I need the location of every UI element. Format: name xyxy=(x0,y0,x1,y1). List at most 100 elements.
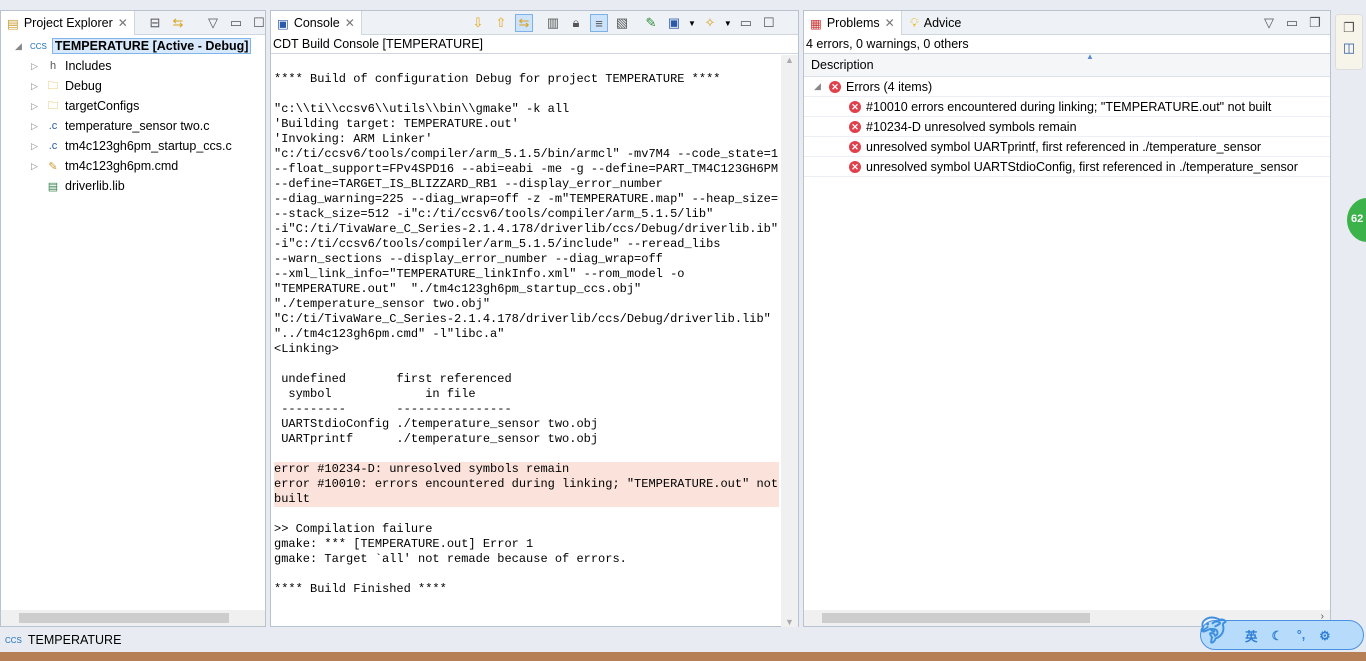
settings-icon[interactable]: ⚙ xyxy=(1319,628,1330,643)
right-trim: ❐ ◫ xyxy=(1335,14,1363,70)
library-icon: ▤ xyxy=(47,180,59,193)
console-line: "../tm4c123gh6pm.cmd" -l"libc.a" xyxy=(274,327,505,341)
problem-item[interactable]: ✕ unresolved symbol UARTprintf, first ref… xyxy=(804,137,1330,157)
console-output[interactable]: **** Build of configuration Debug for pr… xyxy=(274,57,779,627)
view-menu-icon[interactable]: ▽ xyxy=(204,14,222,32)
console-icon: ▣ xyxy=(277,16,289,31)
tree-item[interactable]: ▷ .c temperature_sensor two.c xyxy=(31,116,265,136)
tab-problems[interactable]: ▦ Problems ✕ xyxy=(804,11,902,35)
view-menu-icon[interactable]: ▽ xyxy=(1260,14,1278,32)
word-wrap-icon[interactable]: ≡ xyxy=(590,14,608,32)
new-console-icon[interactable]: ✧ xyxy=(701,14,719,32)
c-file-icon: .c xyxy=(48,120,58,132)
dropdown-icon[interactable]: ▼ xyxy=(724,19,732,28)
tab-advice[interactable]: 💡︎ Advice xyxy=(904,11,967,35)
c-file-icon: .c xyxy=(48,140,58,152)
scroll-down-icon[interactable]: ⇩ xyxy=(469,14,487,32)
problem-item[interactable]: ✕ unresolved symbol UARTStdioConfig, firs… xyxy=(804,157,1330,177)
link-editor-icon[interactable]: ⇆ xyxy=(169,14,187,32)
collapse-all-icon[interactable]: ⊟ xyxy=(146,14,164,32)
collapsed-icon[interactable]: ▷ xyxy=(31,141,41,152)
tab-console[interactable]: ▣ Console ✕ xyxy=(271,11,362,35)
collapsed-icon[interactable]: ▷ xyxy=(31,101,41,112)
sort-icon: ▲ xyxy=(1086,52,1094,61)
console-line: gmake: *** [TEMPERATURE.out] Error 1 xyxy=(274,537,534,551)
tab-project-explorer[interactable]: ▤ Project Explorer ✕ xyxy=(1,11,135,35)
show-view-icon[interactable]: ◫ xyxy=(1340,39,1358,57)
console-line: --xml_link_info="TEMPERATURE_linkInfo.xm… xyxy=(274,267,685,281)
dropdown-icon[interactable]: ▼ xyxy=(688,19,696,28)
maximize-icon[interactable]: ☐ xyxy=(250,14,268,32)
console-error-line: built xyxy=(274,492,779,507)
close-icon[interactable]: ✕ xyxy=(885,16,895,30)
moon-icon[interactable]: ☾ xyxy=(1272,628,1283,643)
scroll-lock-icon[interactable]: 🔒︎ xyxy=(567,14,585,32)
error-icon: ✕ xyxy=(849,100,861,113)
close-icon[interactable]: ✕ xyxy=(345,16,355,30)
problems-icon: ▦ xyxy=(810,16,822,31)
console-line: gmake: Target `all' not remade because o… xyxy=(274,552,627,566)
error-icon: ✕ xyxy=(849,140,861,153)
tree-item[interactable]: ▤ driverlib.lib xyxy=(31,176,265,196)
console-line: --float_support=FPv4SPD16 --abi=eabi -me… xyxy=(274,162,779,176)
tree-item[interactable]: ▷ ✎ tm4c123gh6pm.cmd xyxy=(31,156,265,176)
link-icon[interactable]: ⇆ xyxy=(515,14,533,32)
console-error-line: error #10234-D: unresolved symbols remai… xyxy=(274,462,779,477)
error-icon: ✕ xyxy=(849,160,861,173)
problem-item[interactable]: ✕ #10234-D unresolved symbols remain xyxy=(804,117,1330,137)
minimize-icon[interactable]: ▭ xyxy=(1283,14,1301,32)
console-line: --define=TARGET_IS_BLIZZARD_RB1 --displa… xyxy=(274,177,663,191)
collapsed-icon[interactable]: ▷ xyxy=(31,161,41,172)
console-line: symbol in file xyxy=(274,387,476,401)
tree-item[interactable]: ▷ h Includes xyxy=(31,56,265,76)
console-line: UARTStdioConfig ./temperature_sensor two… xyxy=(274,417,599,431)
console-line: --------- ---------------- xyxy=(274,402,512,416)
ccs-project-icon: CCS xyxy=(5,635,22,645)
console-line: "c:\\ti\\ccsv6\\utils\\bin\\gmake" -k al… xyxy=(274,102,570,116)
error-icon: ✕ xyxy=(849,120,861,133)
console-line: **** Build of configuration Debug for pr… xyxy=(274,72,721,86)
minimize-icon[interactable]: ▭ xyxy=(227,14,245,32)
console-panel: ▣ Console ✕ ⇩ ⇧ ⇆ ▥ 🔒︎ ≡ ▧ ✎ ▣ ▼ ✧ ▼ ▭ ☐ CDT… xyxy=(270,10,799,627)
project-explorer-panel: ▤ Project Explorer ✕ ⊟ ⇆ ▽ ▭ ☐ ◢ CCS TEMPERA… xyxy=(0,10,266,627)
project-node[interactable]: ◢ CCS TEMPERATURE [Active - Debug] xyxy=(15,36,265,56)
tree-item[interactable]: ▷ 🗀 Debug xyxy=(31,76,265,96)
console-line: 'Invoking: ARM Linker' xyxy=(274,132,433,146)
column-header-description[interactable]: Description ▲ xyxy=(804,52,1330,77)
problem-item[interactable]: ✕ #10010 errors encountered during linkin… xyxy=(804,97,1330,117)
clear-console-icon[interactable]: ▥ xyxy=(544,14,562,32)
minimize-icon[interactable]: ▭ xyxy=(737,14,755,32)
tree-item[interactable]: ▷ .c tm4c123gh6pm_startup_ccs.c xyxy=(31,136,265,156)
horizontal-scrollbar[interactable] xyxy=(1,610,265,626)
pin-console-icon[interactable]: ✎ xyxy=(642,14,660,32)
console-line: -i"C:/ti/TivaWare_C_Series-2.1.4.178/dri… xyxy=(274,222,779,236)
console-line: undefined first referenced xyxy=(274,372,512,386)
close-icon[interactable]: ✕ xyxy=(118,16,128,30)
console-line: -i"c:/ti/ccsv6/tools/compiler/arm_5.1.5/… xyxy=(274,237,721,251)
restore-icon[interactable]: ❐ xyxy=(1340,19,1358,37)
expanded-icon: ◢ xyxy=(15,40,22,51)
punctuation-icon[interactable]: °, xyxy=(1297,628,1305,642)
console-title: CDT Build Console [TEMPERATURE] xyxy=(271,35,798,54)
vertical-scrollbar[interactable]: ▲ ▼ xyxy=(781,55,798,627)
collapsed-icon[interactable]: ▷ xyxy=(31,81,41,92)
remove-console-icon[interactable]: ▧ xyxy=(613,14,631,32)
language-toggle[interactable]: 英 xyxy=(1245,626,1258,645)
restore-icon[interactable]: ❐ xyxy=(1306,14,1324,32)
error-icon: ✕ xyxy=(829,80,841,93)
collapsed-icon[interactable]: ▷ xyxy=(31,61,41,72)
scroll-up-icon[interactable]: ⇧ xyxy=(492,14,510,32)
error-group[interactable]: ◢ ✕ Errors (4 items) xyxy=(804,77,1330,97)
maximize-icon[interactable]: ☐ xyxy=(760,14,778,32)
ime-toolbar[interactable]: 🐬︎ 英 ☾ °, ⚙ xyxy=(1197,615,1364,650)
console-line: --diag_warning=225 --diag_wrap=off -z -m… xyxy=(274,192,779,206)
taskbar xyxy=(0,652,1366,661)
tree-item[interactable]: ▷ 🗀 targetConfigs xyxy=(31,96,265,116)
collapsed-icon[interactable]: ▷ xyxy=(31,121,41,132)
floating-badge[interactable]: 62 xyxy=(1347,198,1366,242)
display-console-icon[interactable]: ▣ xyxy=(665,14,683,32)
